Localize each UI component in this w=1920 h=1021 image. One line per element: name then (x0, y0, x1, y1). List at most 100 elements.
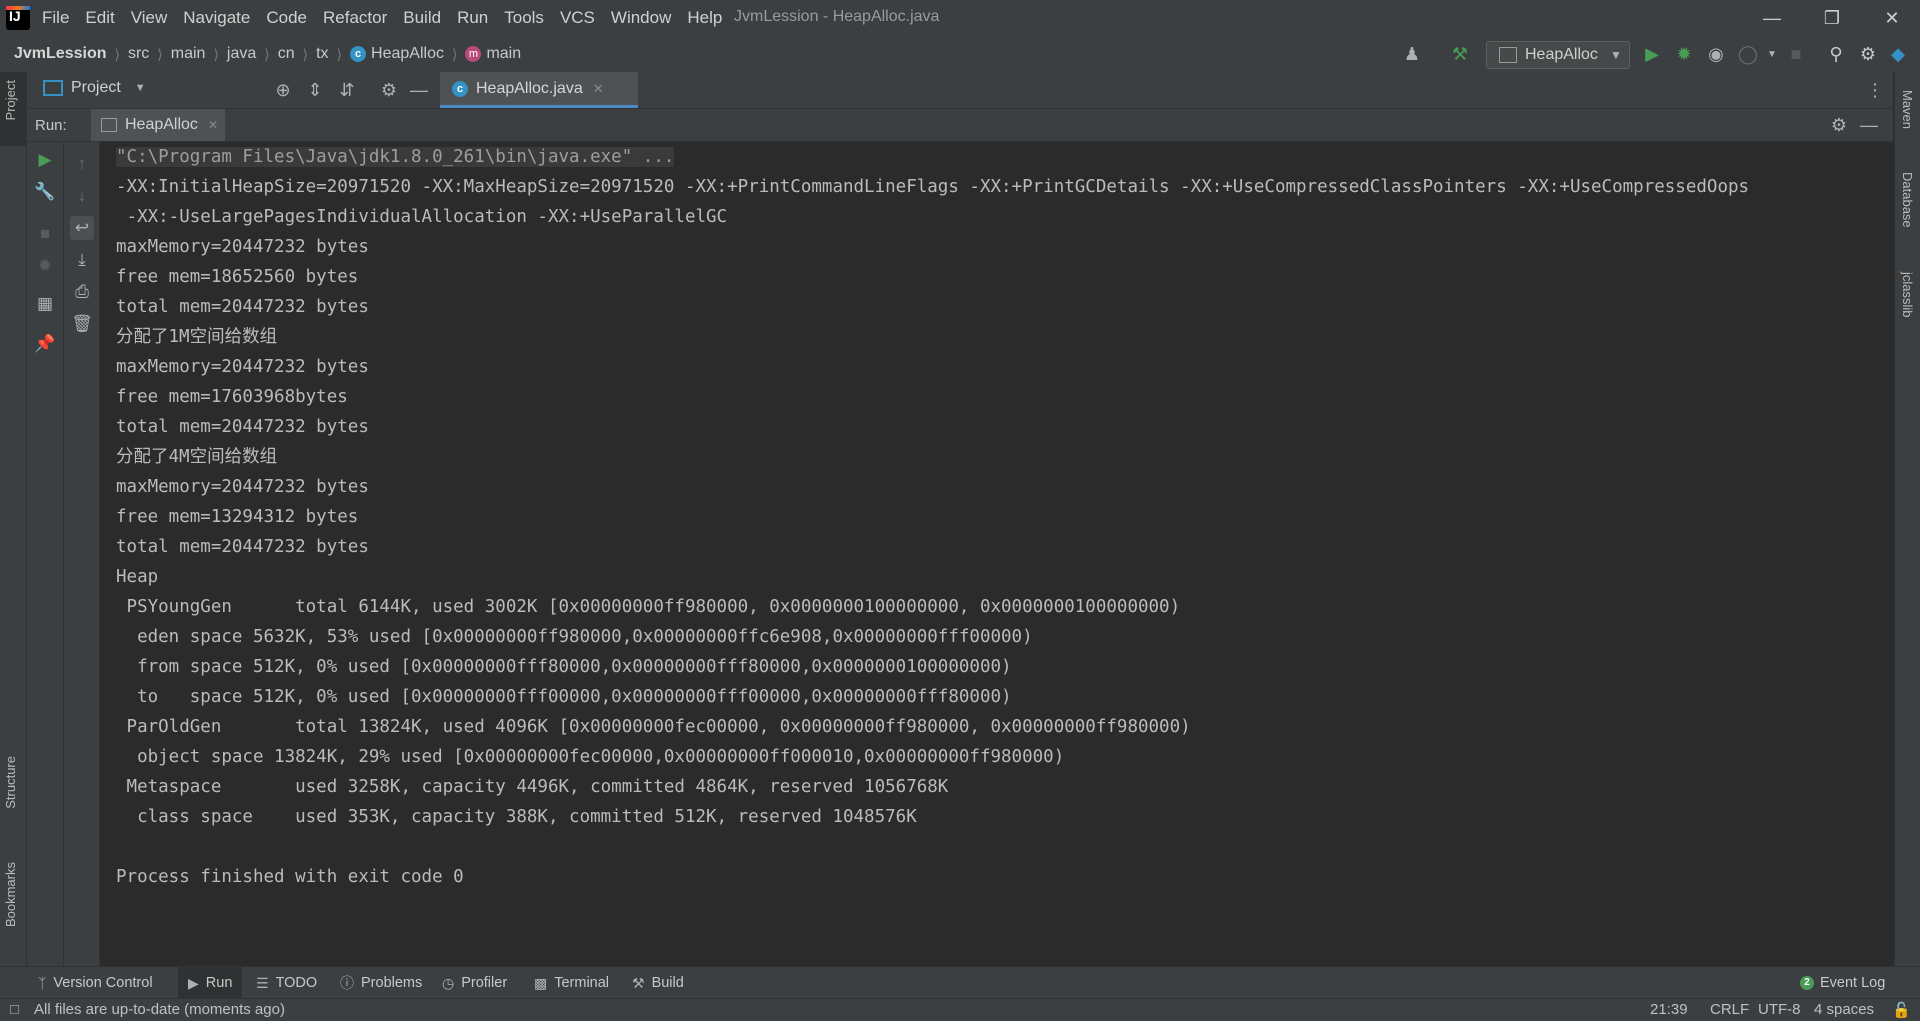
build-hammer-icon[interactable]: ⚒ (1448, 42, 1472, 66)
more-options-icon[interactable]: ⋮ (1863, 78, 1887, 102)
project-stripe-button[interactable]: Project (0, 72, 26, 146)
console-line: -XX:-UseLargePagesIndividualAllocation -… (116, 207, 728, 227)
bookmarks-stripe-label[interactable]: Bookmarks (3, 862, 18, 927)
run-configuration-select[interactable]: HeapAlloc ▼ (1486, 41, 1630, 69)
search-icon[interactable]: ⚲ (1824, 42, 1848, 66)
minimize-icon[interactable]: — (1744, 0, 1800, 36)
hide-icon[interactable]: — (407, 78, 431, 102)
status-square-icon[interactable]: □ (10, 1001, 19, 1018)
breadcrumb-method[interactable]: main (486, 45, 521, 63)
user-icon[interactable]: ♟ (1400, 42, 1424, 66)
restore-icon[interactable]: ❐ (1804, 0, 1860, 36)
settings-gear-icon[interactable]: ⚙ (377, 78, 401, 102)
menu-vcs[interactable]: VCS (552, 8, 603, 28)
menu-code[interactable]: Code (258, 8, 315, 28)
console-line: "C:\Program Files\Java\jdk1.8.0_261\bin\… (116, 142, 675, 172)
hide-icon[interactable]: — (1857, 113, 1881, 137)
tool-build[interactable]: ⚒ Build (632, 967, 684, 999)
menu-navigate[interactable]: Navigate (175, 8, 258, 28)
method-icon: m (465, 46, 482, 62)
coverage-icon[interactable]: ◉ (1704, 42, 1728, 66)
tool-terminal[interactable]: ▩ Terminal (534, 967, 609, 999)
breadcrumb-main[interactable]: main (171, 45, 206, 63)
wrench-icon[interactable]: 🔧 (33, 180, 57, 204)
console-output[interactable]: "C:\Program Files\Java\jdk1.8.0_261\bin\… (100, 142, 1893, 966)
warning-icon: ⓘ (340, 975, 354, 991)
breadcrumb-project[interactable]: JvmLession (14, 45, 106, 63)
tool-header: Project ▼ ⊕ ⇕ ⇵ ⚙ — c HeapAlloc.java ✕ ⋮ (27, 72, 1893, 109)
console-line: -XX:InitialHeapSize=20971520 -XX:MaxHeap… (116, 177, 1750, 197)
tool-problems[interactable]: ⓘ Problems (340, 967, 422, 999)
database-stripe-label[interactable]: Database (1900, 172, 1915, 228)
locate-icon[interactable]: ⊕ (271, 78, 295, 102)
main-menu: File Edit View Navigate Code Refactor Bu… (34, 0, 730, 36)
console-actions-toolbar: ↑ ↓ ↩ ⤓ ⎙ 🗑 (64, 142, 100, 966)
structure-stripe-label[interactable]: Structure (3, 756, 18, 809)
menu-window[interactable]: Window (603, 8, 679, 28)
menu-build[interactable]: Build (395, 8, 449, 28)
chevron-right-icon: ⟩ (114, 45, 120, 62)
cursor-position[interactable]: 21:39 (1650, 1001, 1688, 1018)
menu-help[interactable]: Help (679, 8, 730, 28)
menu-tools[interactable]: Tools (496, 8, 552, 28)
project-view-selector[interactable]: Project ▼ (43, 79, 146, 97)
profile-icon[interactable]: ◯ (1736, 42, 1760, 66)
tool-run-label: Run (205, 975, 233, 991)
arrow-down-icon[interactable]: ↓ (70, 184, 94, 208)
tool-run[interactable]: ▶ Run (178, 967, 243, 999)
breadcrumb-cn[interactable]: cn (278, 45, 295, 63)
debug-icon[interactable]: ✹ (33, 254, 57, 278)
layout-icon[interactable]: ▦ (33, 292, 57, 316)
menu-view[interactable]: View (123, 8, 176, 28)
chevron-right-icon: ⟩ (157, 45, 163, 62)
status-message: All files are up-to-date (moments ago) (34, 1001, 285, 1018)
run-icon[interactable]: ▶ (1640, 42, 1664, 66)
scroll-to-end-icon[interactable]: ⤓ (70, 248, 94, 272)
run-tab-heapalloc[interactable]: HeapAlloc ✕ (91, 109, 225, 141)
class-icon: c (350, 46, 367, 62)
chevron-down-icon[interactable]: ▼ (1760, 42, 1784, 66)
menu-edit[interactable]: Edit (77, 8, 122, 28)
indent-setting[interactable]: 4 spaces (1814, 1001, 1874, 1018)
arrow-up-icon[interactable]: ↑ (70, 152, 94, 176)
tool-todo[interactable]: ☰ TODO (256, 967, 317, 999)
tool-version-control[interactable]: ᛉ Version Control (38, 967, 153, 999)
print-icon[interactable]: ⎙ (70, 280, 94, 304)
lock-icon[interactable]: 🔓 (1892, 1001, 1911, 1019)
rerun-icon[interactable]: ▶ (33, 148, 57, 172)
breadcrumb-class[interactable]: HeapAlloc (371, 45, 444, 63)
close-tab-icon[interactable]: ✕ (593, 81, 604, 97)
breadcrumb-tx[interactable]: tx (316, 45, 328, 63)
maven-stripe-label[interactable]: Maven (1900, 90, 1915, 129)
settings-gear-icon[interactable]: ⚙ (1856, 42, 1880, 66)
soft-wrap-icon[interactable]: ↩ (70, 216, 94, 240)
stop-icon[interactable]: ■ (33, 222, 57, 246)
console-line: from space 512K, 0% used [0x00000000fff8… (116, 657, 1012, 677)
settings-gear-icon[interactable]: ⚙ (1827, 113, 1851, 137)
tool-profiler-label: Profiler (461, 975, 508, 991)
file-encoding[interactable]: UTF-8 (1758, 1001, 1801, 1018)
toolbox-icon[interactable]: ◆ (1886, 42, 1910, 66)
expand-all-icon[interactable]: ⇕ (303, 78, 327, 102)
command-line-text[interactable]: "C:\Program Files\Java\jdk1.8.0_261\bin\… (116, 147, 675, 167)
close-tab-icon[interactable]: ✕ (208, 118, 218, 132)
tool-profiler[interactable]: ◷ Profiler (442, 967, 507, 999)
menu-run[interactable]: Run (449, 8, 496, 28)
stop-icon[interactable]: ■ (1784, 42, 1808, 66)
collapse-all-icon[interactable]: ⇵ (335, 78, 359, 102)
config-icon (1499, 47, 1517, 63)
menu-file[interactable]: File (34, 8, 77, 28)
line-separator[interactable]: CRLF (1710, 1001, 1749, 1018)
tab-heapalloc-java[interactable]: c HeapAlloc.java ✕ (440, 72, 638, 108)
close-icon[interactable]: ✕ (1864, 0, 1920, 36)
chevron-right-icon: ⟩ (264, 45, 270, 62)
breadcrumb-java[interactable]: java (227, 45, 256, 63)
debug-bug-icon[interactable]: ✹ (1672, 42, 1696, 66)
event-log-button[interactable]: 2 Event Log (1800, 967, 1885, 999)
pin-icon[interactable]: 📌 (33, 332, 57, 356)
trash-icon[interactable]: 🗑 (70, 312, 94, 336)
jclasslib-stripe-label[interactable]: jclasslib (1900, 272, 1915, 318)
menu-refactor[interactable]: Refactor (315, 8, 395, 28)
breadcrumb-src[interactable]: src (128, 45, 149, 63)
chevron-right-icon: ⟩ (451, 45, 458, 62)
